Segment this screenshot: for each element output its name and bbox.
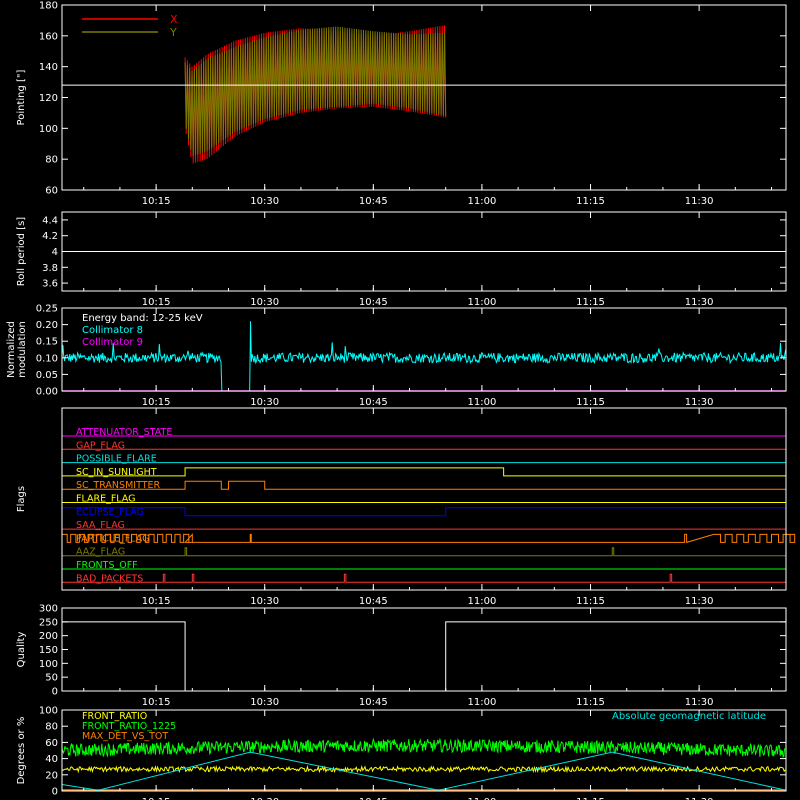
x-tick-label: 11:00 (468, 397, 497, 408)
y-tick-label: 0 (52, 787, 58, 798)
geomagnetic-latitude-label: Absolute geomagnetic latitude (612, 711, 766, 722)
x-tick-label: 10:15 (142, 697, 171, 708)
flag-label-eclipse-flag: ECLIPSE_FLAG (76, 507, 144, 518)
y-tick-label: 140 (39, 62, 58, 73)
collimator-8-label: Collimator 8 (82, 325, 143, 336)
x-tick-label: 10:30 (250, 297, 279, 308)
y-tick-label: 4.2 (42, 231, 58, 242)
y-tick-label: 0.10 (36, 353, 58, 364)
x-tick-label: 10:15 (142, 196, 171, 207)
y-axis-label: Normalized (6, 321, 17, 378)
y-tick-label: 60 (45, 738, 58, 749)
flag-label-saa-flag: SAA_FLAG (76, 520, 125, 531)
x-tick-label: 11:00 (468, 596, 497, 607)
x-tick-label: 10:30 (250, 596, 279, 607)
y-tick-label: 0 (52, 687, 58, 698)
y-tick-label: 4 (52, 247, 58, 258)
flag-label-gap-flag: GAP_FLAG (76, 440, 125, 451)
x-tick-label: 10:45 (359, 397, 388, 408)
y-tick-label: 80 (45, 155, 58, 166)
flag-label-bad-packets: BAD_PACKETS (76, 573, 143, 584)
y-axis-label: Flags (16, 486, 27, 512)
collimator-9-label: Collimator 9 (82, 337, 143, 348)
x-tick-label: 10:30 (250, 196, 279, 207)
legend-label-y: Y (169, 26, 177, 39)
x-tick-label: 11:15 (576, 596, 605, 607)
x-tick-label: 11:30 (685, 297, 714, 308)
y-tick-label: 0.15 (36, 337, 58, 348)
y-axis-label: Degrees or % (16, 717, 27, 785)
y-tick-label: 160 (39, 31, 58, 42)
x-tick-label: 11:30 (685, 697, 714, 708)
y-tick-label: 100 (39, 124, 58, 135)
y-axis-label: Roll period [s] (16, 217, 27, 286)
y-tick-label: 200 (39, 631, 58, 642)
flag-label-possible-flare: POSSIBLE_FLARE (76, 454, 157, 465)
x-tick-label: 11:15 (576, 196, 605, 207)
x-tick-label: 10:30 (250, 697, 279, 708)
flag-label-aaz-flag: AAZ_FLAG (76, 547, 125, 558)
x-tick-label: 10:30 (250, 397, 279, 408)
y-tick-label: 300 (39, 604, 58, 615)
y-tick-label: 250 (39, 617, 58, 628)
x-tick-label: 11:00 (468, 697, 497, 708)
x-tick-label: 10:45 (359, 297, 388, 308)
x-tick-label: 11:00 (468, 297, 497, 308)
x-tick-label: 11:15 (576, 397, 605, 408)
y-tick-label: 0.05 (36, 370, 58, 381)
y-tick-label: 100 (39, 659, 58, 670)
x-tick-label: 11:30 (685, 397, 714, 408)
y-tick-label: 0.20 (36, 320, 58, 331)
y-axis-label: modulation (17, 321, 28, 378)
flag-label-flare-flag: FLARE_FLAG (76, 494, 136, 505)
x-tick-label: 11:00 (468, 196, 497, 207)
x-tick-label: 10:45 (359, 697, 388, 708)
y-tick-label: 120 (39, 93, 58, 104)
x-tick-label: 10:15 (142, 596, 171, 607)
max-det-vs-tot-label: MAX_DET_VS_TOT (82, 731, 168, 742)
y-tick-label: 150 (39, 645, 58, 656)
y-tick-label: 3.8 (42, 263, 58, 274)
flag-label-attenuator-state: ATTENUATOR_STATE (76, 427, 172, 438)
x-tick-label: 10:15 (142, 297, 171, 308)
flag-label-particle-flag: PARTICLE_FLAG (76, 533, 149, 544)
y-tick-label: 80 (45, 722, 58, 733)
y-tick-label: 100 (39, 706, 58, 717)
x-tick-label: 11:15 (576, 297, 605, 308)
x-tick-label: 10:45 (359, 596, 388, 607)
y-tick-label: 3.6 (42, 279, 58, 290)
y-tick-label: 20 (45, 770, 58, 781)
x-tick-label: 11:30 (685, 196, 714, 207)
y-tick-label: 50 (45, 673, 58, 684)
y-tick-label: 60 (45, 186, 58, 197)
y-tick-label: 180 (39, 1, 58, 12)
x-tick-label: 10:45 (359, 196, 388, 207)
x-tick-label: 11:15 (576, 697, 605, 708)
y-tick-label: 0.25 (36, 304, 58, 315)
y-axis-label: Pointing ["] (16, 69, 27, 125)
flag-label-fronts-off: FRONTS_OFF (76, 560, 138, 571)
energy-band-label: Energy band: 12-25 keV (82, 313, 203, 324)
flag-label-sc-transmitter: SC_TRANSMITTER (76, 480, 161, 491)
x-tick-label: 11:30 (685, 596, 714, 607)
y-tick-label: 0.00 (36, 387, 58, 398)
legend-label-x: X (170, 13, 178, 26)
x-tick-label: 10:15 (142, 397, 171, 408)
y-tick-label: 4.4 (42, 215, 58, 226)
flag-label-sc-in-sunlight: SC_IN_SUNLIGHT (76, 467, 157, 478)
y-tick-label: 40 (45, 754, 58, 765)
y-axis-label: Quality (16, 632, 27, 668)
observation-summary-plots: 10:15 10:30 10:45 11:00 11:15 11:30 60 80 100 120… (0, 0, 800, 800)
